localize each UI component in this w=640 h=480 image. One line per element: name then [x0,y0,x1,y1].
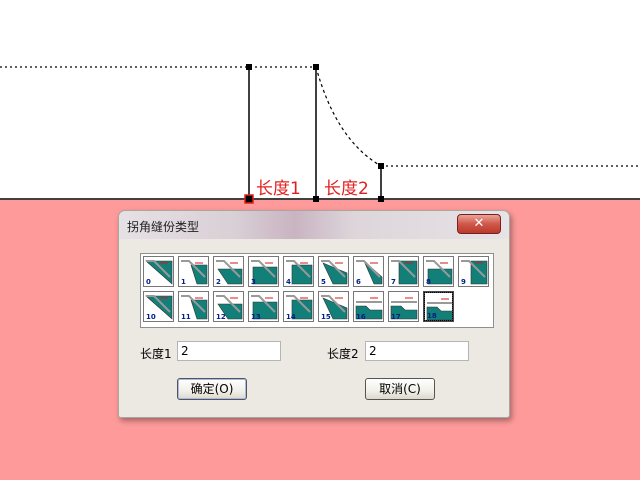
corner-seam-dialog: 拐角缝份类型 ✕ 0 1 2 3 4 5 6 7 8 9 10 11 12 13 14 15 16 17 18 长度… [118,210,510,418]
corner-type-number: 4 [286,278,291,286]
length2-input[interactable] [365,341,469,361]
corner-type-1[interactable]: 1 [178,256,209,287]
canvas-background [0,0,640,200]
corner-type-9[interactable]: 9 [458,256,489,287]
corner-type-17[interactable]: 17 [388,291,419,322]
dialog-titlebar[interactable]: 拐角缝份类型 ✕ [119,211,509,239]
corner-type-12[interactable]: 12 [213,291,244,322]
corner-type-number: 12 [216,313,226,321]
ok-button[interactable]: 确定(O) [177,378,247,400]
selected-point-handle[interactable] [244,194,254,204]
point-handle[interactable] [313,196,319,202]
corner-type-number: 1 [181,278,186,286]
length1-field-label: 长度1 [140,347,172,361]
corner-type-number: 16 [356,313,366,321]
corner-type-number: 7 [391,278,396,286]
corner-type-4[interactable]: 4 [283,256,314,287]
corner-type-7[interactable]: 7 [388,256,419,287]
point-handle[interactable] [313,64,319,70]
corner-type-number: 0 [146,278,151,286]
corner-type-3[interactable]: 3 [248,256,279,287]
corner-type-6[interactable]: 6 [353,256,384,287]
corner-type-14[interactable]: 14 [283,291,314,322]
corner-type-number: 15 [321,313,331,321]
length2-field-label: 长度2 [327,347,359,361]
point-handle[interactable] [378,163,384,169]
corner-type-number: 18 [427,312,437,320]
corner-type-number: 10 [146,313,156,321]
corner-type-number: 9 [461,278,466,286]
cancel-button[interactable]: 取消(C) [365,378,435,400]
point-handle[interactable] [246,64,252,70]
close-x-icon: ✕ [473,216,485,231]
corner-type-5[interactable]: 5 [318,256,349,287]
corner-type-number: 8 [426,278,431,286]
length1-label: 长度1 [256,179,301,199]
length2-label: 长度2 [324,179,369,199]
corner-type-15[interactable]: 15 [318,291,349,322]
corner-type-0[interactable]: 0 [143,256,174,287]
corner-type-16[interactable]: 16 [353,291,384,322]
corner-type-18[interactable]: 18 [423,291,454,322]
close-button[interactable]: ✕ [457,214,501,234]
corner-type-number: 3 [251,278,256,286]
length1-input[interactable] [177,341,281,361]
corner-type-13[interactable]: 13 [248,291,279,322]
corner-type-number: 14 [286,313,296,321]
corner-type-number: 2 [216,278,221,286]
corner-type-number: 17 [391,313,401,321]
corner-type-number: 5 [321,278,326,286]
corner-type-2[interactable]: 2 [213,256,244,287]
corner-type-8[interactable]: 8 [423,256,454,287]
corner-type-number: 6 [356,278,361,286]
corner-type-grid: 0 1 2 3 4 5 6 7 8 9 10 11 12 13 14 15 16 17 18 [140,253,494,328]
corner-type-11[interactable]: 11 [178,291,209,322]
corner-type-number: 11 [181,313,191,321]
point-handle[interactable] [378,196,384,202]
corner-type-10[interactable]: 10 [143,291,174,322]
corner-type-number: 13 [251,313,261,321]
dialog-title: 拐角缝份类型 [127,220,200,234]
